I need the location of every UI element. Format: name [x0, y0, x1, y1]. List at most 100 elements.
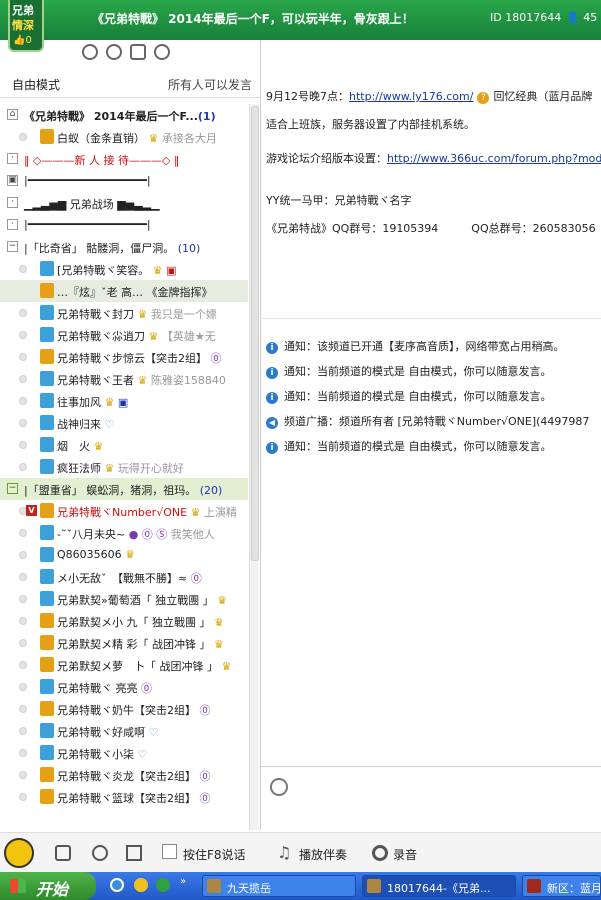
table-row[interactable]: 白蚁（金条直销） ♛ 承接各大月 — [0, 126, 248, 148]
list-item: i 通知：当前频道的模式是 自由模式，你可以随意发言。 — [266, 388, 552, 404]
chat-input[interactable] — [261, 767, 601, 830]
users-icon[interactable] — [82, 44, 98, 60]
table-row[interactable]: 兄弟默契メ萝 卜「 战团冲锋 」 ♛ — [0, 654, 248, 676]
location-icon[interactable] — [106, 44, 122, 60]
table-row[interactable]: 兄弟特戰ヾ王者 ♛ 陈雅姿158840 — [0, 368, 248, 390]
mode-row: 自由模式 所有人可以发言 — [0, 68, 260, 98]
info-icon: i — [266, 442, 278, 454]
table-row[interactable]: …『炫』ˇ老 高… 《金牌指挥》 — [0, 280, 248, 302]
speaker-icon[interactable] — [55, 845, 71, 861]
table-row[interactable]: 战神归来 ♡ — [0, 412, 248, 434]
table-row[interactable]: 兄弟特戰ヾ步惊云【突击2组】 ⓪ — [0, 346, 248, 368]
tree-channel-root[interactable]: ⌂ 《兄弟特戰》 2014年最后一个F...(1) — [0, 104, 248, 126]
user-avatar — [40, 393, 54, 408]
help-icon[interactable]: ? — [477, 92, 490, 104]
table-row[interactable]: 往事加风 ♛ ▣ — [0, 390, 248, 412]
record-icon[interactable] — [372, 845, 388, 861]
table-row[interactable]: 疯狂法师 ♛ 玩得开心就好 — [0, 456, 248, 478]
list-item: i 通知：当前频道的模式是 自由模式，你可以随意发言。 — [266, 438, 552, 454]
info-icon: i — [266, 367, 278, 379]
tree-scrollbar[interactable] — [249, 104, 259, 830]
table-row[interactable]: 兄弟特戰ヾ奶牛【突击2组】 ⓪ — [0, 698, 248, 720]
broadcast-icon: ◀ — [266, 417, 278, 429]
table-row[interactable]: [兄弟特戰ヾ笑容。 ♛ ▣ — [0, 258, 248, 280]
channel-logo[interactable]: 兄弟 情深 👍0 — [8, 0, 44, 52]
emoji-icon[interactable] — [270, 778, 288, 796]
table-row[interactable]: 兄弟特戰ヾ小柒 ♡ — [0, 742, 248, 764]
channel-name: |「比奇省」 骷髅洞，僵尸洞。 (10) — [24, 242, 201, 255]
bulletin-link[interactable]: http://www.366uc.com/forum.php?mod — [387, 152, 601, 165]
tree-channel-mengzhong[interactable]: − |「盟重省」 蜈蚣洞，猪洞，祖玛。 (20) — [0, 478, 248, 500]
quicklaunch-icon[interactable] — [134, 878, 148, 892]
user-avatar — [40, 723, 54, 738]
collapse-icon[interactable]: − — [7, 483, 18, 494]
channel-title: 《兄弟特戰》 2014年最后一个F，可以玩半年，骨灰跟上！ — [92, 12, 414, 26]
table-row[interactable]: 兄弟特戰ヾ尛逍刀 ♛ 【英雄★无 — [0, 324, 248, 346]
record-button[interactable]: 录音 — [393, 846, 417, 863]
table-row[interactable]: 烟 火 ♛ — [0, 434, 248, 456]
collapse-icon[interactable]: − — [7, 241, 18, 252]
table-row[interactable]: 兄弟默契メ精 彩「 战团冲锋 」 ♛ — [0, 632, 248, 654]
list-icon[interactable] — [130, 44, 146, 60]
task-button[interactable]: 九天揽岳 — [202, 875, 356, 897]
search-icon[interactable] — [154, 44, 170, 60]
tree-channel-biqi[interactable]: − |「比奇省」 骷髅洞，僵尸洞。 (10) — [0, 236, 248, 258]
ptt-label: 按住F8说话 — [183, 848, 246, 862]
list-item: ◀ 频道广播：频道所有者 [兄弟特戰ヾNumber√ONE](4497987 — [266, 413, 589, 429]
task-button-active[interactable]: 18017644-《兄弟... — [362, 875, 516, 897]
user-name: 白蚁（金条直销） ♛ 承接各大月 — [57, 132, 217, 145]
channel-name: |━━━━━━━━━━━━━━━━━━| — [24, 174, 151, 187]
user-avatar — [40, 767, 54, 782]
windows-flag-icon — [10, 879, 26, 893]
channel-name: |「盟重省」 蜈蚣洞，猪洞，祖玛。 (20) — [24, 484, 223, 497]
start-button[interactable]: 开始 — [0, 872, 96, 900]
user-avatar — [40, 349, 54, 364]
channel-id: ID 18017644 — [490, 11, 562, 24]
online-count: 👤 45 — [566, 11, 598, 24]
scrollbar-thumb[interactable] — [251, 106, 259, 561]
bulletin-divider[interactable] — [261, 318, 601, 319]
user-avatar — [40, 503, 54, 518]
equalizer-icon[interactable] — [126, 845, 142, 861]
bulletin-line: 9月12号晚7点：http://www.ly176.com/? 回忆经典（蓝月品牌 — [266, 90, 593, 104]
chevron-right-icon[interactable]: » — [180, 876, 186, 887]
channel-name: 《兄弟特戰》 2014年最后一个F...(1) — [24, 110, 216, 123]
table-row[interactable]: 兄弟特戰ヾ封刀 ♛ 我只是一个嫖 — [0, 302, 248, 324]
mode-label[interactable]: 自由模式 — [12, 76, 60, 93]
avatar[interactable] — [4, 838, 34, 868]
tree-channel[interactable]: · ‖ ◇———新 人 接 待———◇ ‖ — [0, 148, 248, 170]
table-row[interactable]: -˜ˇ八月未央~ ● ⓪ Ⓢ 我笑他人 — [0, 522, 248, 544]
tree-channel[interactable]: ▣ |━━━━━━━━━━━━━━━━━━| — [0, 170, 248, 192]
table-row[interactable]: 兄弟特戰ヾ炎龙【突击2组】 ⓪ — [0, 764, 248, 786]
microphone-icon[interactable] — [92, 845, 108, 861]
table-row[interactable]: 兄弟特戰ヾ 亮亮 ⓪ — [0, 676, 248, 698]
ptt-checkbox[interactable] — [162, 844, 177, 859]
bulletin-line: 适合上班族，服务器设置了内部挂机系统。 — [266, 118, 475, 131]
task-button[interactable]: 新区：蓝月 — [522, 875, 601, 897]
table-row[interactable]: 兄弟特戰ヾ篮球【突击2组】 ⓪ — [0, 786, 248, 808]
table-row[interactable]: V 兄弟特戰ヾNumber√ONE ♛ 上演精 — [0, 500, 248, 522]
channel-name: ▁▂▃▅▆ 兄弟战场 ▆▅▃▂▁ — [24, 198, 160, 211]
music-button[interactable]: 播放伴奏 — [299, 846, 347, 863]
music-icon[interactable]: ♫ — [277, 843, 293, 862]
table-row[interactable]: 兄弟默契メ小 九「 独立戰團 」 ♛ — [0, 610, 248, 632]
home-icon: ⌂ — [7, 109, 18, 120]
tree-channel[interactable]: · |━━━━━━━━━━━━━━━━━━| — [0, 214, 248, 236]
browser-icon[interactable] — [110, 878, 124, 892]
panel-divider[interactable] — [260, 40, 261, 830]
user-icon: 👤 — [566, 11, 580, 24]
user-avatar — [40, 569, 54, 584]
table-row[interactable]: 兄弟特戰ヾ好咸啊 ♡ — [0, 720, 248, 742]
channel-name: |━━━━━━━━━━━━━━━━━━| — [24, 218, 151, 231]
bulletin-link[interactable]: http://www.ly176.com/ — [349, 90, 473, 103]
app-header: 兄弟 情深 👍0 《兄弟特戰》 2014年最后一个F，可以玩半年，骨灰跟上！ I… — [0, 0, 601, 52]
tree-channel[interactable]: · ▁▂▃▅▆ 兄弟战场 ▆▅▃▂▁ — [0, 192, 248, 214]
table-row[interactable]: 兄弟默契»葡萄酒「 独立戰團 」 ♛ — [0, 588, 248, 610]
channel-name: ‖ ◇———新 人 接 待———◇ ‖ — [24, 154, 180, 167]
user-avatar — [40, 657, 54, 672]
user-avatar — [40, 547, 54, 562]
bulletin-line: YY统一马甲：兄弟特戰ヾ名字 — [266, 194, 412, 207]
table-row[interactable]: メ小无敌ˇ 【戰無不勝】≈ ⓪ — [0, 566, 248, 588]
quicklaunch-icon[interactable] — [156, 878, 170, 892]
table-row[interactable]: Q86035606 ♛ — [0, 544, 248, 566]
